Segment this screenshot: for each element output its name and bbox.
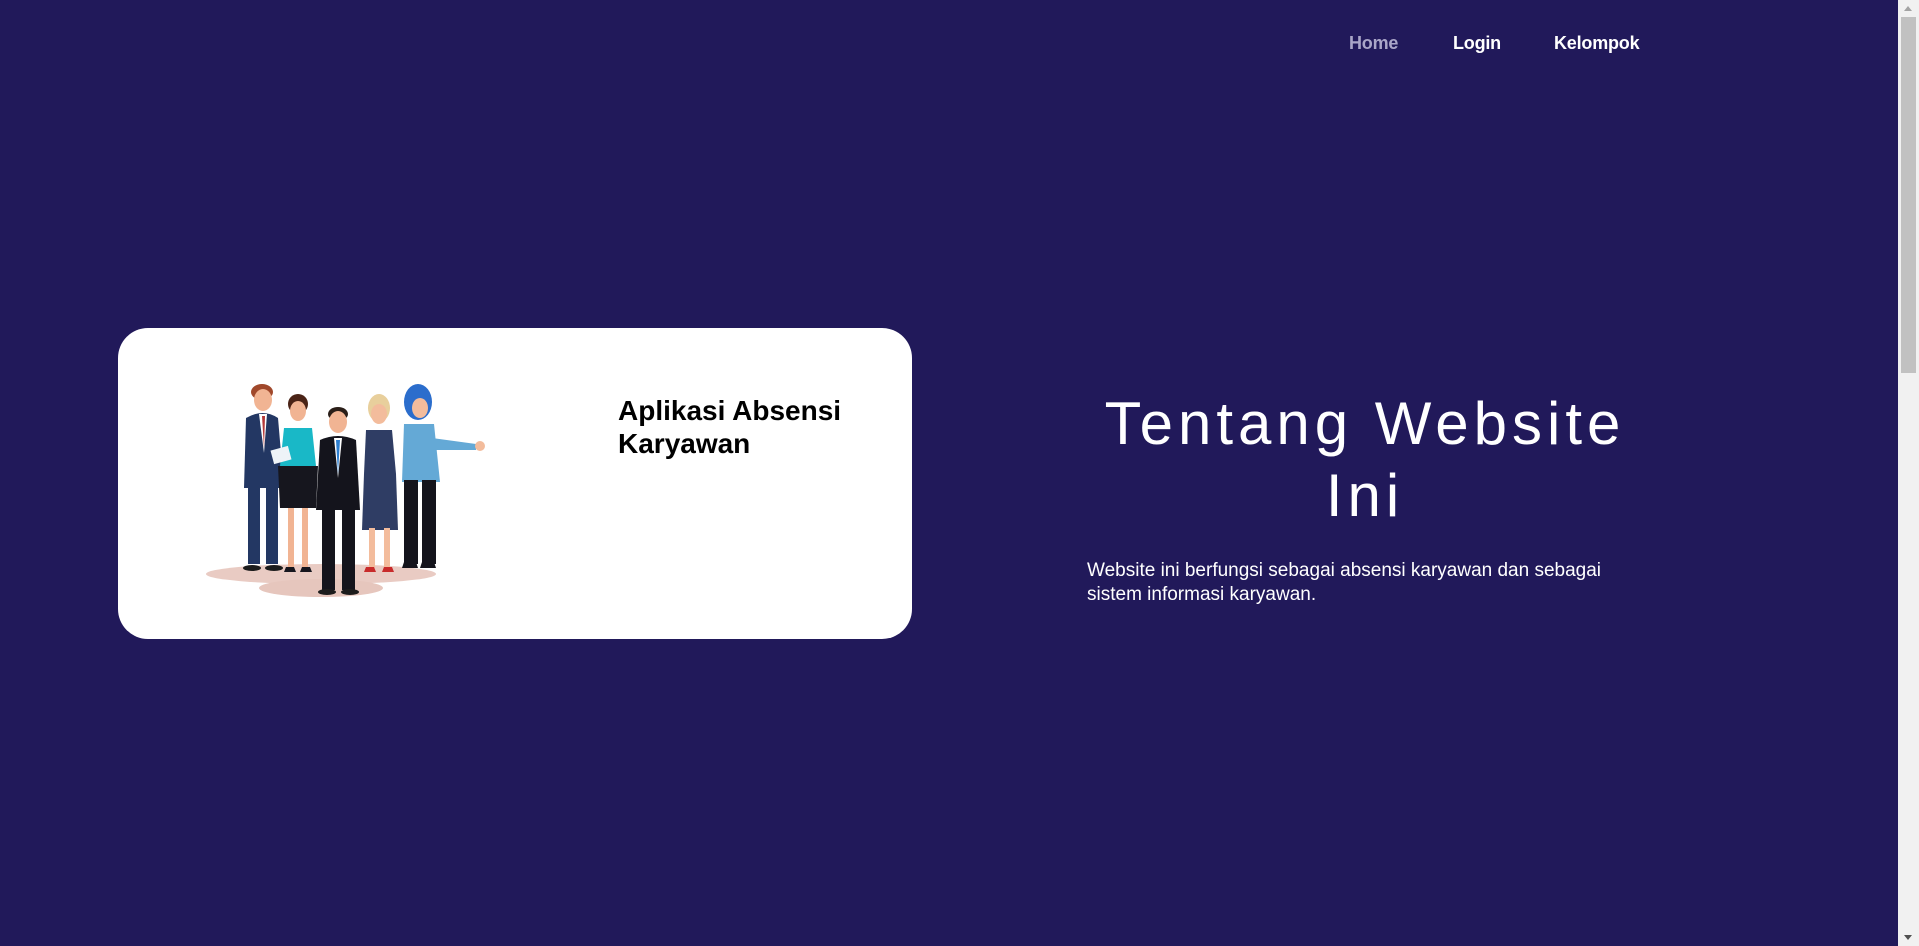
vertical-scrollbar[interactable] <box>1898 0 1919 946</box>
scroll-up-arrow-icon[interactable] <box>1904 6 1912 11</box>
nav-kelompok-link[interactable]: Kelompok <box>1554 33 1640 54</box>
business-team-illustration <box>206 384 485 597</box>
nav-home-link[interactable]: Home <box>1349 33 1398 54</box>
about-description: Website ini berfungsi sebagai absensi ka… <box>1087 560 1602 605</box>
nav-login-link[interactable]: Login <box>1453 33 1501 54</box>
app-title: Aplikasi Absensi Karyawan <box>618 395 842 459</box>
top-navigation: Home Login Kelompok <box>0 0 1898 88</box>
app-banner-card: Aplikasi Absensi Karyawan <box>118 328 912 639</box>
scrollbar-thumb[interactable] <box>1901 17 1916 373</box>
scroll-down-arrow-icon[interactable] <box>1904 935 1912 940</box>
about-heading: Tentang Website Ini <box>1104 390 1626 529</box>
